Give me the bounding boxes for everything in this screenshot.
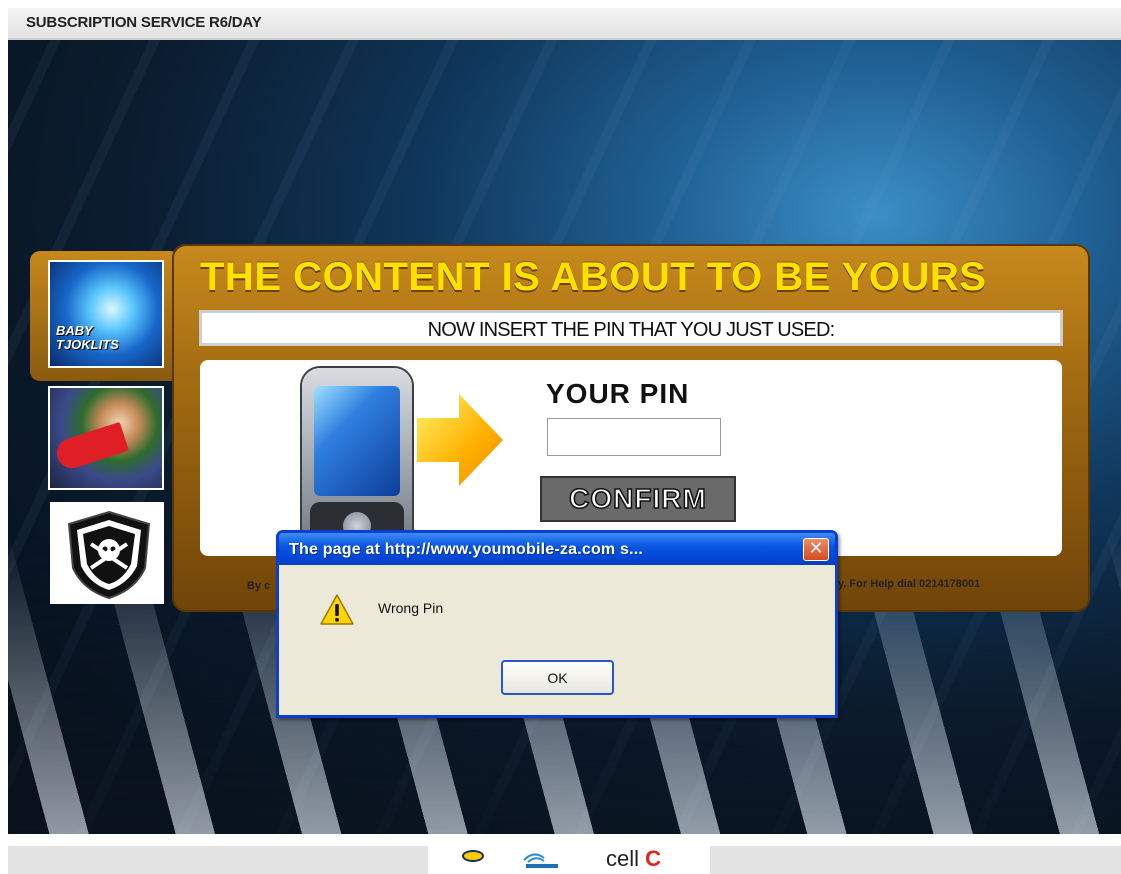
warning-icon: [320, 594, 354, 625]
phone-screen: [314, 386, 400, 496]
alert-dialog: The page at http://www.youmobile-za.com …: [276, 530, 838, 718]
instruction-bar: NOW INSERT THE PIN THAT YOU JUST USED:: [199, 310, 1063, 346]
pin-label: YOUR PIN: [546, 378, 690, 409]
thumbnail-orlando-pirates[interactable]: [50, 502, 164, 604]
footnote-help: y. For Help dial 0214178001: [838, 578, 981, 590]
close-glyph: ✕: [808, 538, 824, 559]
confirm-button-label: CONFIRM: [568, 482, 707, 515]
page-header-title: SUBSCRIPTION SERVICE R6/DAY: [26, 14, 262, 31]
cellc-mark: C: [645, 846, 662, 871]
pirates-shield-icon: [67, 510, 151, 600]
thumbnail-text-2: TJOKLITS: [56, 337, 119, 352]
cellc-logo: cell C: [606, 846, 661, 872]
confirm-button[interactable]: CONFIRM: [540, 476, 736, 522]
mtn-logo: [462, 850, 484, 862]
close-icon[interactable]: ✕: [803, 538, 829, 561]
thumbnail-text-1: BABY: [56, 323, 93, 338]
alert-title: The page at http://www.youmobile-za.com …: [289, 541, 644, 558]
top-header-bar: SUBSCRIPTION SERVICE R6/DAY: [8, 8, 1121, 40]
ok-button[interactable]: OK: [501, 660, 614, 695]
arrow-icon: [417, 394, 503, 486]
vodacom-logo: [523, 853, 558, 868]
pin-input[interactable]: [547, 418, 721, 456]
instruction-text: NOW INSERT THE PIN THAT YOU JUST USED:: [427, 319, 836, 341]
headline: THE CONTENT IS ABOUT TO BE YOURS: [200, 255, 987, 299]
thumbnail-fan-vuvuzela[interactable]: [48, 386, 164, 490]
footnote-left: By c: [247, 580, 271, 592]
alert-titlebar: The page at http://www.youmobile-za.com …: [279, 533, 835, 565]
cellc-text: cell: [606, 846, 640, 871]
ok-button-label: OK: [547, 670, 568, 686]
carrier-logos: cell C: [428, 844, 710, 874]
vuvuzela-shape: [53, 421, 129, 473]
alert-message: Wrong Pin: [378, 600, 444, 616]
